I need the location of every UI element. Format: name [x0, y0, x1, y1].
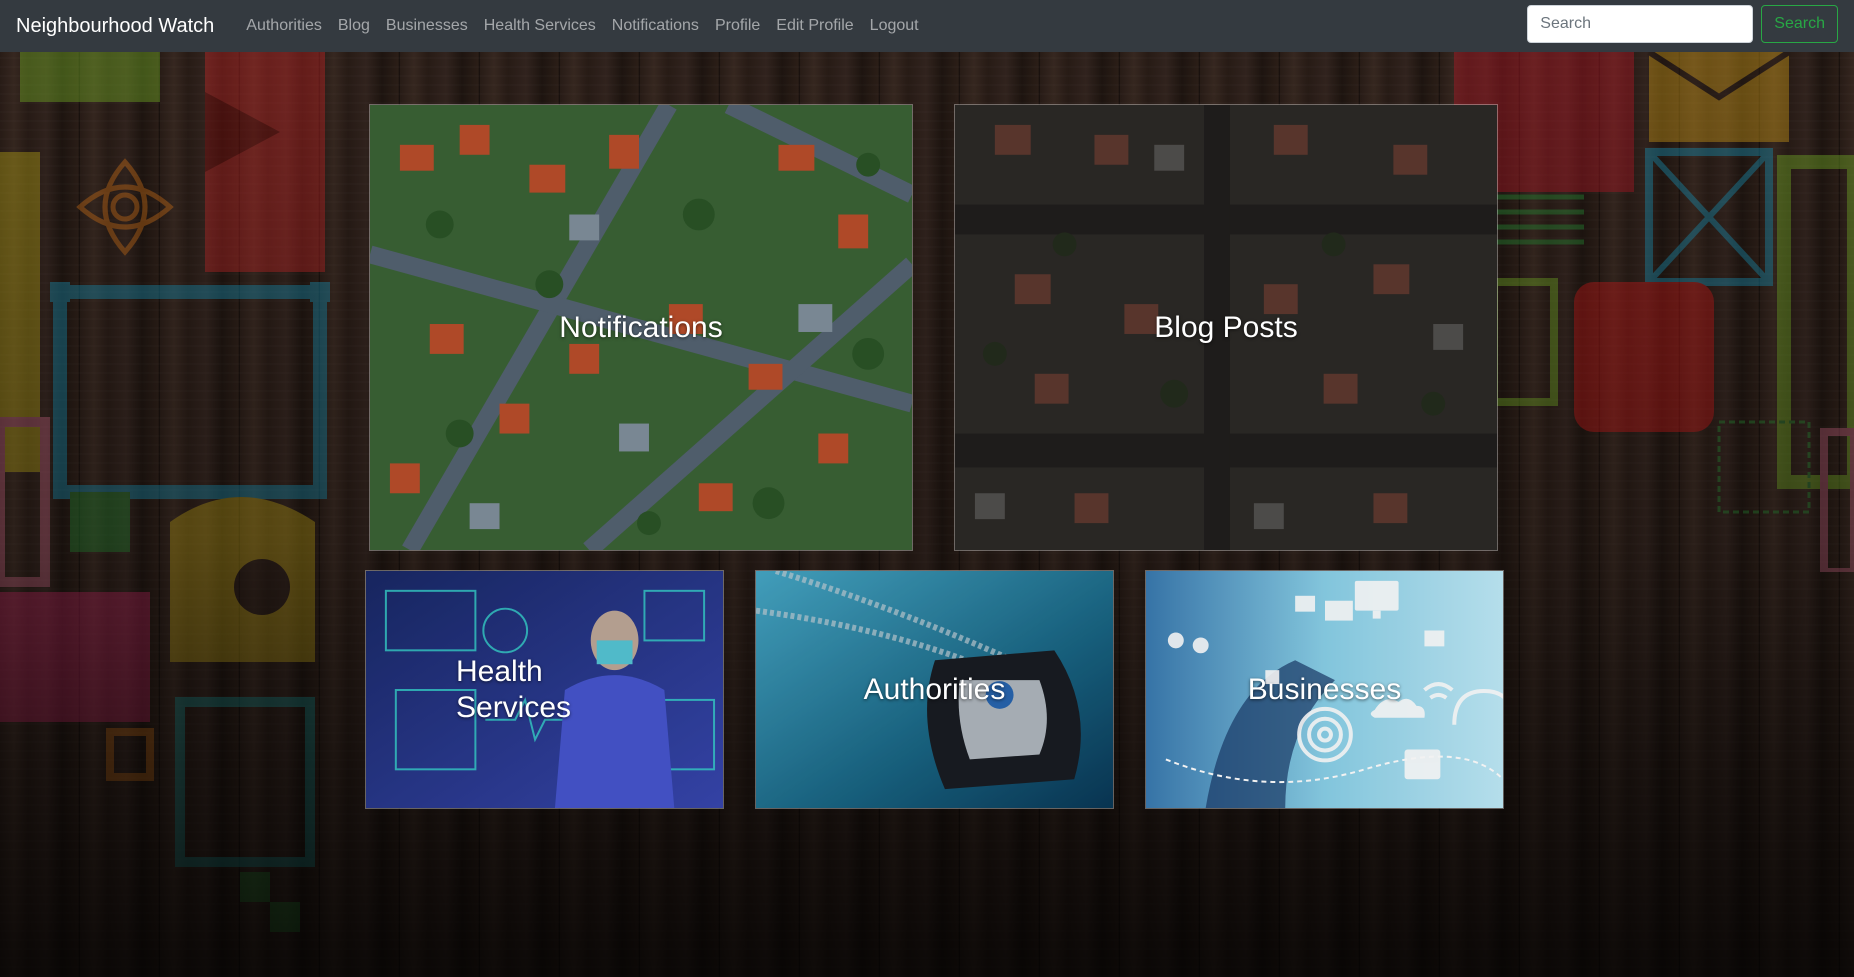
nav-link-health-services[interactable]: Health Services: [476, 9, 604, 43]
search-input[interactable]: [1527, 5, 1754, 43]
background-shade: [0, 0, 1854, 977]
page-background: [0, 0, 1854, 977]
authorities-tile[interactable]: Authorities: [755, 570, 1114, 809]
tile-title-businesses: Businesses: [1247, 672, 1402, 706]
search-form: Search: [1527, 5, 1838, 43]
health-services-tile[interactable]: Health Services: [365, 570, 724, 809]
nav-link-logout[interactable]: Logout: [862, 9, 927, 43]
nav-link-businesses[interactable]: Businesses: [378, 9, 476, 43]
brand-link[interactable]: Neighbourhood Watch: [16, 15, 214, 38]
tile-title-notifications: Notifications: [559, 310, 723, 344]
tile-title-health-services: Health Services: [456, 654, 572, 724]
nav-link-blog[interactable]: Blog: [330, 9, 378, 43]
notifications-tile[interactable]: Notifications: [369, 104, 913, 551]
top-navbar: Neighbourhood Watch Authorities Blog Bus…: [0, 0, 1854, 52]
tile-title-blog-posts: Blog Posts: [1154, 310, 1298, 344]
nav-links: Authorities Blog Businesses Health Servi…: [238, 9, 926, 43]
nav-link-notifications[interactable]: Notifications: [604, 9, 707, 43]
businesses-tile[interactable]: Businesses: [1145, 570, 1504, 809]
blog-posts-tile[interactable]: Blog Posts: [954, 104, 1498, 551]
nav-link-profile[interactable]: Profile: [707, 9, 768, 43]
nav-link-edit-profile[interactable]: Edit Profile: [768, 9, 861, 43]
nav-link-authorities[interactable]: Authorities: [238, 9, 330, 43]
search-button[interactable]: Search: [1761, 5, 1838, 43]
tile-title-authorities: Authorities: [863, 672, 1006, 706]
